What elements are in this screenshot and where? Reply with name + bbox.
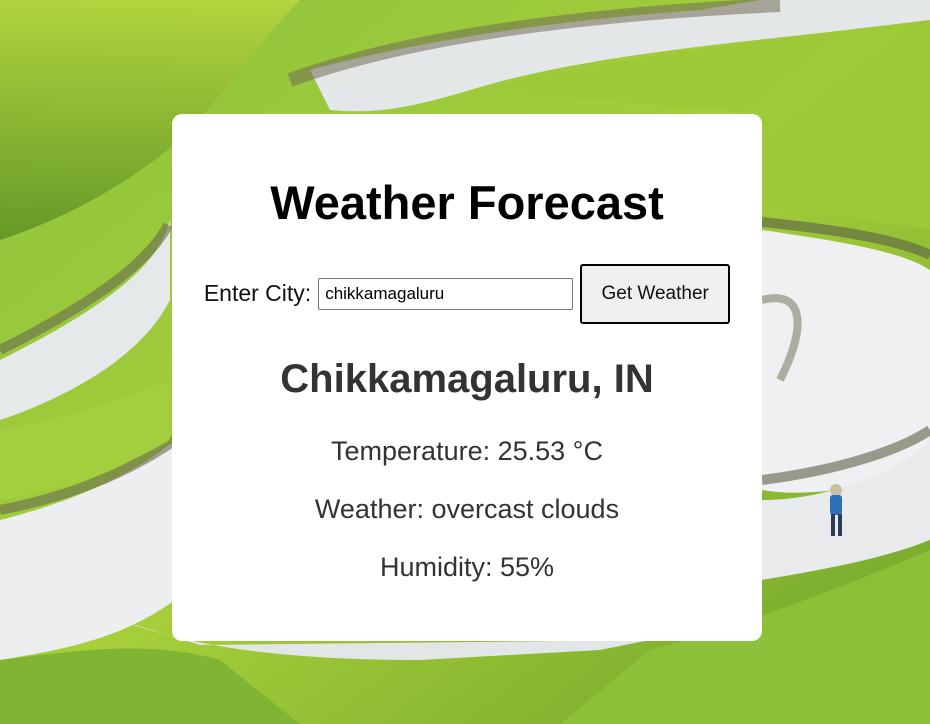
weather-card: Weather Forecast Enter City: Get Weather… <box>172 114 762 641</box>
temperature-text: Temperature: 25.53 °C <box>331 436 603 466</box>
city-input[interactable] <box>318 278 574 310</box>
city-name-heading: Chikkamagaluru, IN <box>280 357 654 401</box>
city-label: Enter City: <box>203 279 312 306</box>
city-form: Enter City: Get Weather <box>172 264 762 324</box>
page-title: Weather Forecast <box>270 176 664 229</box>
humidity-text: Humidity: 55% <box>379 552 555 582</box>
weather-description-text: Weather: overcast clouds <box>314 494 620 524</box>
get-weather-button[interactable]: Get Weather <box>580 264 731 324</box>
